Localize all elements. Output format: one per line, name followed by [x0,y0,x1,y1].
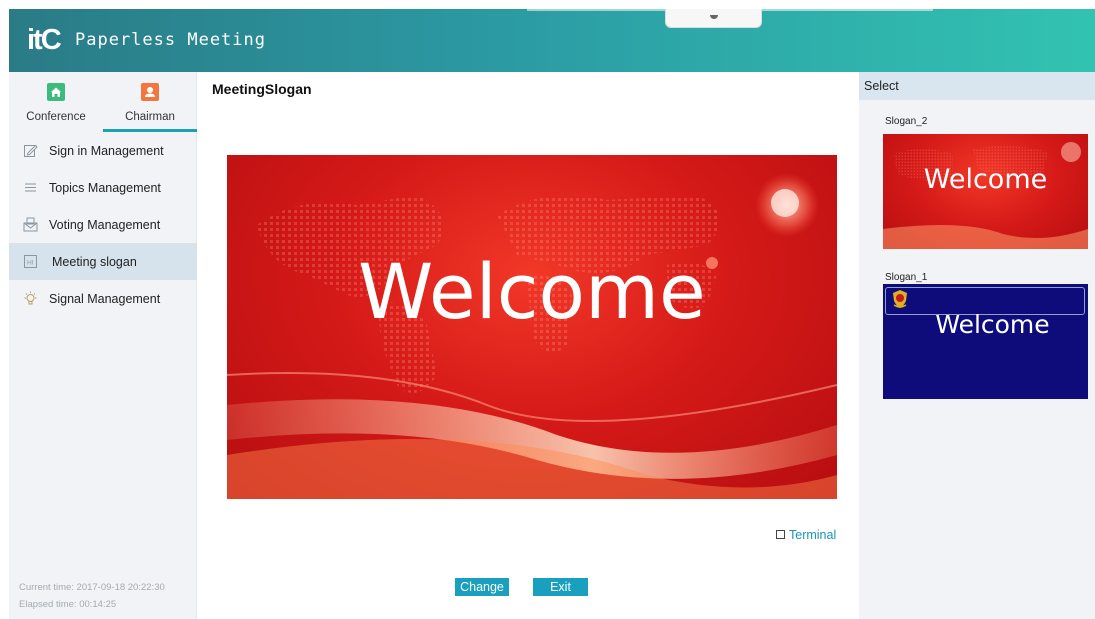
tab-chairman-label: Chairman [125,111,175,123]
sidebar-item-sign-in[interactable]: Sign in Management [9,132,197,169]
current-time: Current time: 2017-09-18 20:22:30 [19,582,165,593]
tab-conference-label: Conference [26,111,86,123]
slogan-1-thumbnail[interactable]: Welcome [883,284,1088,399]
app-title: Paperless Meeting [75,30,266,50]
preview-welcome-text: Welcome [358,247,706,336]
checkbox-box[interactable] [776,530,785,539]
tab-chairman[interactable]: Chairman [103,72,197,132]
bulb-icon [23,291,38,306]
sidebar-item-label: Signal Management [49,292,161,306]
sidebar-item-label: Voting Management [49,218,161,232]
terminal-label: Terminal [789,528,837,542]
slogan-2-label: Slogan_2 [885,116,928,127]
logo-mark: itC [27,23,62,56]
slogan-1-text: Welcome [935,310,1050,339]
itc-logo: itC [27,23,62,56]
tab-conference[interactable]: Conference [9,72,103,132]
slogan-2-text: Welcome [923,164,1048,195]
terminal-checkbox[interactable]: Terminal [776,528,836,542]
sidebar: Conference Chairman Sign in Management T… [9,72,197,619]
slogan-2-thumbnail[interactable]: Welcome [883,134,1088,249]
sidebar-item-label: Sign in Management [49,144,164,158]
list-icon [23,180,38,195]
emblem-icon [891,289,909,309]
pull-down-tab[interactable] [665,9,762,28]
sidebar-item-label: Meeting slogan [52,255,137,269]
page-title: MeetingSlogan [212,81,312,97]
select-panel-header: Select [859,72,1095,100]
role-tabs: Conference Chairman [9,72,197,132]
envelope-icon [23,217,38,232]
exit-button[interactable]: Exit [533,578,588,596]
sidebar-item-topics[interactable]: Topics Management [9,169,197,206]
sidebar-item-signal[interactable]: Signal Management [9,280,197,317]
home-icon [47,83,65,101]
sidebar-item-meeting-slogan[interactable]: HI Meeting slogan [9,243,197,280]
elapsed-time: Elapsed time: 00:14:25 [19,599,117,610]
select-panel: Select Slogan_2 Welcome Slogan_1 Welcome [859,72,1095,619]
session-status: Current time: 2017-09-18 20:22:30 Elapse… [19,579,165,613]
slogan-1-label: Slogan_1 [885,272,928,283]
person-icon [141,83,159,101]
slogan-preview: Welcome [227,155,837,499]
svg-text:HI: HI [27,260,34,267]
change-button[interactable]: Change [455,578,509,596]
side-menu: Sign in Management Topics Management Vot… [9,132,197,317]
app-header: itC Paperless Meeting [9,9,1095,72]
pencil-icon [23,143,38,158]
sidebar-item-voting[interactable]: Voting Management [9,206,197,243]
select-panel-title: Select [864,79,899,93]
app-window: itC Paperless Meeting Conference Chairma… [9,9,1095,619]
slogan-icon: HI [23,254,38,269]
sidebar-item-label: Topics Management [49,181,161,195]
main-panel: MeetingSlogan Welcome Terminal Change Ex… [197,72,859,619]
